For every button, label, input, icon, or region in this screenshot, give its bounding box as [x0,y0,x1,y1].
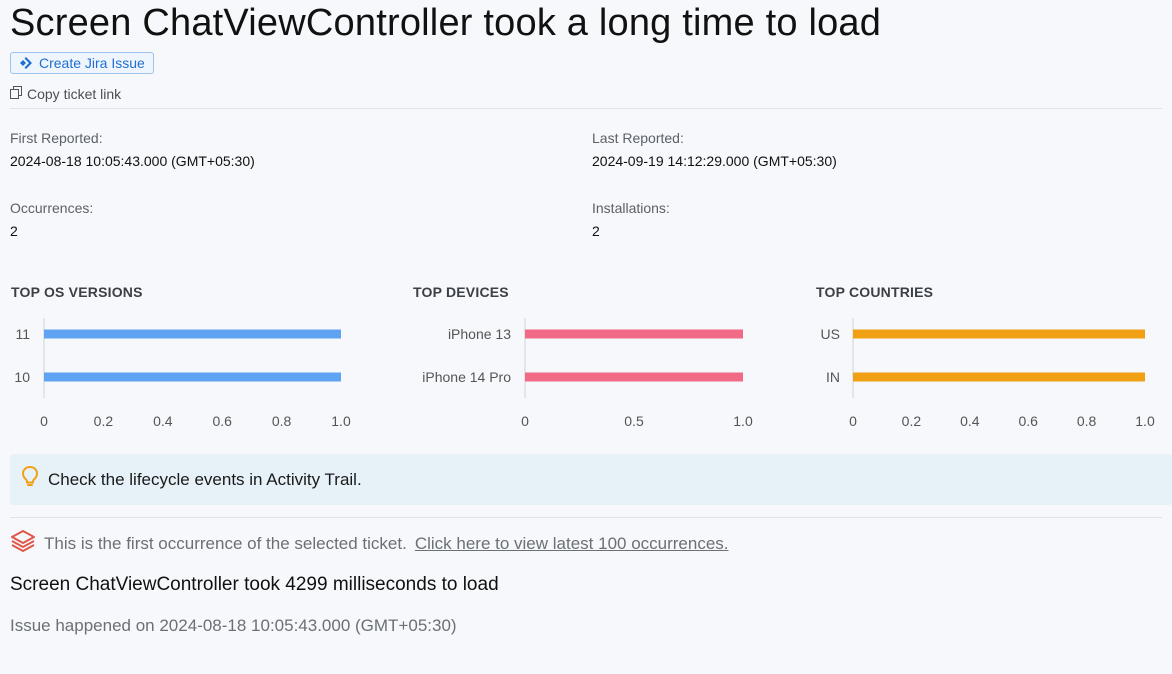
divider [10,517,1162,518]
countries-chart: US IN 0 0.2 0.4 0.6 0.8 1.0 [821,318,1155,429]
y-tick-label: 11 [15,326,30,342]
divider [10,108,1162,109]
chart-title-os-versions: TOP OS VERSIONS [11,284,143,300]
page-title: Screen ChatViewController took a long ti… [10,2,882,44]
copy-icon [10,86,22,102]
bar [44,372,341,382]
bar [853,329,1145,339]
issue-happened-timestamp: Issue happened on 2024-08-18 10:05:43.00… [10,616,457,635]
chart-title-countries: TOP COUNTRIES [816,284,934,300]
copy-ticket-link-label: Copy ticket link [27,86,122,102]
tip-banner: Check the lifecycle events in Activity T… [10,454,1172,505]
copy-ticket-link[interactable]: Copy ticket link [10,86,121,102]
bar [44,329,341,339]
first-occurrence-text: This is the first occurrence of the sele… [44,533,407,553]
first-occurrence-notice: This is the first occurrence of the sele… [10,529,729,558]
y-tick-label: 10 [14,369,30,385]
x-tick-label: 1.0 [733,413,753,429]
bar [525,329,743,339]
create-jira-issue-label: Create Jira Issue [39,55,145,71]
x-tick-label: 0 [40,413,48,429]
installations-value: 2 [592,223,600,239]
x-tick-label: 0.4 [960,413,980,429]
first-reported-value: 2024-08-18 10:05:43.000 (GMT+05:30) [10,153,255,169]
y-tick-label: iPhone 13 [448,326,511,342]
jira-icon [19,56,33,70]
x-tick-label: 0.8 [1077,413,1097,429]
x-tick-label: 1.0 [1135,413,1155,429]
x-tick-label: 0.6 [212,413,232,429]
last-reported-label: Last Reported: [592,130,684,146]
layers-icon [10,529,36,558]
x-tick-label: 1.0 [331,413,351,429]
occurrences-value: 2 [10,223,18,239]
x-tick-label: 0 [849,413,857,429]
first-reported-label: First Reported: [10,130,103,146]
bar [525,372,743,382]
devices-chart: iPhone 13 iPhone 14 Pro 0 0.5 1.0 [422,318,753,429]
x-tick-label: 0.8 [272,413,292,429]
x-tick-label: 0.6 [1018,413,1038,429]
x-tick-label: 0 [521,413,529,429]
x-tick-label: 0.4 [153,413,173,429]
y-tick-label: US [821,326,840,342]
installations-label: Installations: [592,200,670,216]
occurrences-label: Occurrences: [10,200,94,216]
tip-text: Check the lifecycle events in Activity T… [48,469,362,489]
bar [853,372,1145,382]
y-tick-label: iPhone 14 Pro [422,369,511,385]
last-reported-value: 2024-09-19 14:12:29.000 (GMT+05:30) [592,153,837,169]
chart-title-devices: TOP DEVICES [413,284,509,300]
os-versions-chart: 11 10 0 0.2 0.4 0.6 0.8 1.0 [14,318,351,429]
issue-message: Screen ChatViewController took 4299 mill… [10,574,499,595]
y-tick-label: IN [826,369,840,385]
x-tick-label: 0.5 [624,413,644,429]
x-tick-label: 0.2 [94,413,114,429]
view-latest-occurrences-link[interactable]: Click here to view latest 100 occurrence… [415,534,729,554]
x-tick-label: 0.2 [902,413,922,429]
lightbulb-icon [20,465,40,494]
create-jira-issue-button[interactable]: Create Jira Issue [10,52,154,74]
